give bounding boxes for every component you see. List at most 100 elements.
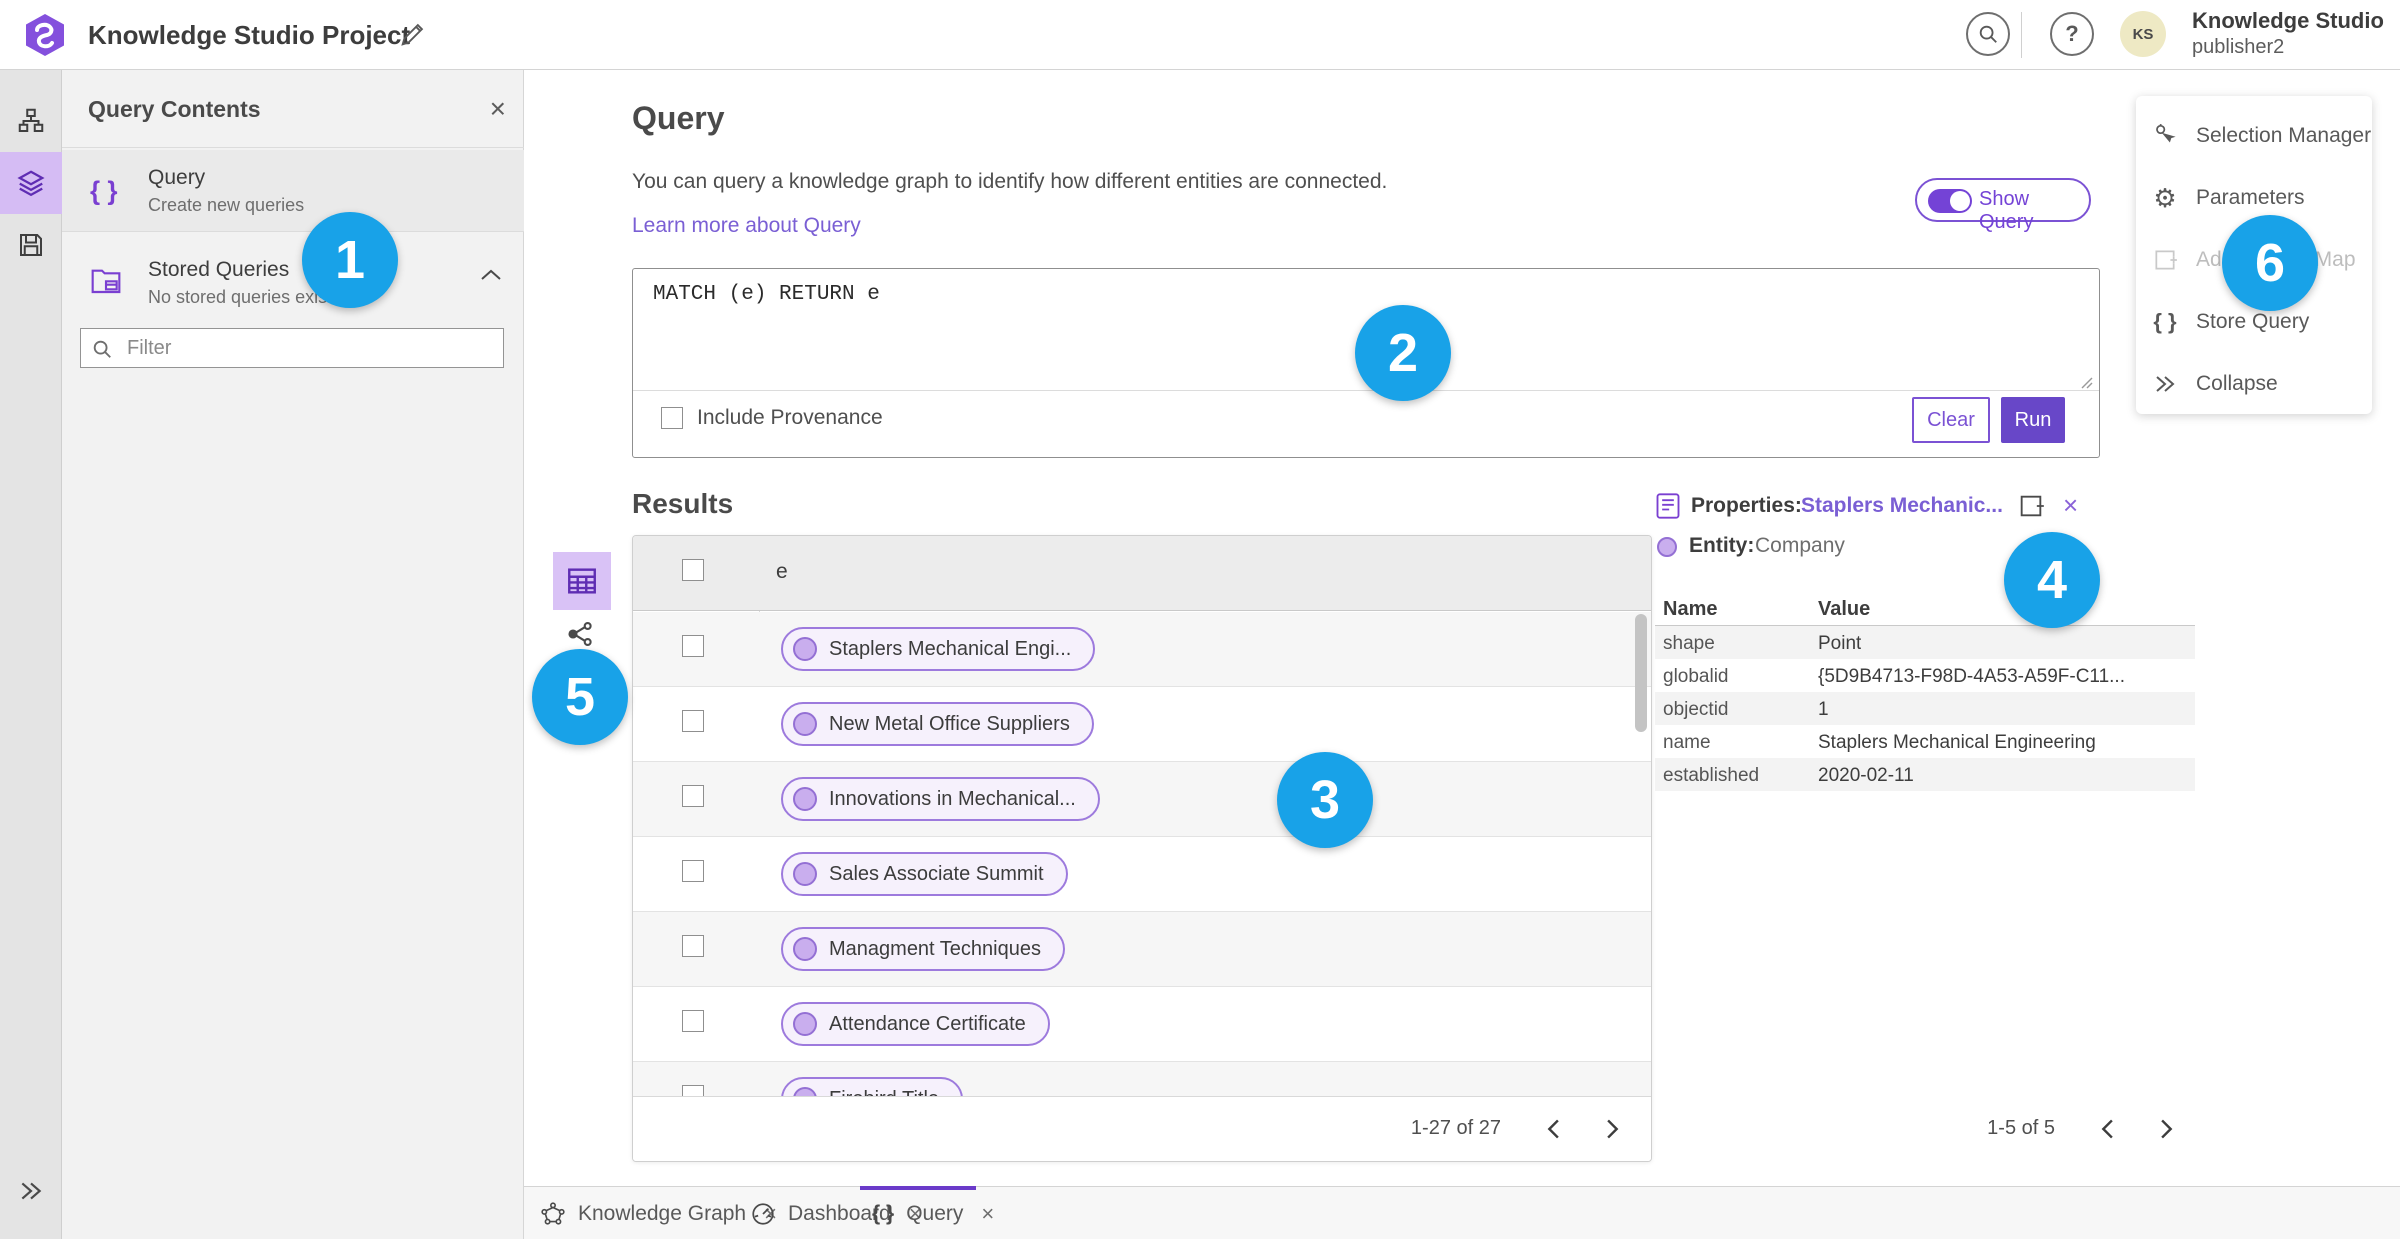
item-title: Stored Queries	[148, 258, 290, 281]
menu-item-label: Parameters	[2196, 186, 2305, 209]
contents-item-query[interactable]: { } Query Create new queries	[62, 150, 524, 232]
prev-page-button[interactable]	[1545, 1118, 1561, 1140]
table-scrollbar[interactable]	[1635, 614, 1647, 732]
entity-chip[interactable]: Managment Techniques	[781, 927, 1065, 971]
entity-chip[interactable]: Sales Associate Summit	[781, 852, 1068, 896]
table-row[interactable]: New Metal Office Suppliers	[633, 687, 1651, 762]
menu-item-collapse[interactable]: Collapse	[2136, 356, 2372, 412]
properties-panel: Properties: Staplers Mechanic... × Entit…	[1655, 490, 2195, 1162]
edit-title-icon[interactable]	[398, 21, 426, 49]
entity-chip[interactable]: Innovations in Mechanical...	[781, 777, 1100, 821]
selection-manager-icon	[2152, 123, 2178, 149]
tab-label: Knowledge Graph	[578, 1201, 747, 1225]
topbar-divider	[2021, 12, 2022, 58]
property-row: established 2020-02-11	[1655, 758, 2195, 791]
properties-doc-icon	[1655, 492, 1681, 520]
panel-title: Query Contents	[88, 96, 261, 122]
search-button[interactable]	[1966, 12, 2010, 56]
close-properties-button[interactable]: ×	[2063, 490, 2078, 521]
item-title: Query	[148, 166, 206, 189]
gear-icon: ⚙	[2153, 183, 2177, 213]
braces-icon: { }	[2153, 309, 2177, 334]
table-row[interactable]: Sales Associate Summit	[633, 837, 1651, 912]
query-description: You can query a knowledge graph to ident…	[632, 170, 1388, 193]
step-badge-5: 5	[532, 649, 628, 745]
rail-item-contents[interactable]	[0, 152, 62, 214]
item-subtitle: Create new queries	[148, 195, 305, 215]
table-icon	[568, 568, 596, 594]
toggle-track[interactable]	[1928, 189, 1972, 213]
braces-icon: { }	[872, 1201, 895, 1225]
contents-item-stored-queries[interactable]: Stored Queries No stored queries exist	[62, 234, 524, 326]
save-icon	[20, 234, 42, 256]
entity-node-icon	[793, 937, 817, 961]
user-block[interactable]: Knowledge Studio publisher2	[2192, 8, 2384, 60]
help-button[interactable]: ?	[2050, 12, 2094, 56]
entity-chip[interactable]: Firebird Title	[781, 1077, 964, 1098]
table-row[interactable]: Firebird Title	[633, 1062, 1651, 1098]
entity-node-icon	[793, 637, 817, 661]
row-checkbox[interactable]	[682, 710, 704, 732]
menu-item-selection-manager[interactable]: Selection Manager	[2136, 108, 2372, 164]
col-value: Value	[1818, 598, 1871, 620]
property-row: shape Point	[1655, 626, 2195, 659]
table-row[interactable]: Innovations in Mechanical...	[633, 762, 1651, 837]
table-row[interactable]: Staplers Mechanical Engi...	[633, 612, 1651, 687]
resize-grip[interactable]	[2079, 375, 2093, 389]
row-checkbox[interactable]	[682, 785, 704, 807]
entity-chip-label: Innovations in Mechanical...	[829, 787, 1076, 810]
clear-button[interactable]: Clear	[1912, 397, 1990, 443]
expand-rail-button[interactable]	[0, 1160, 62, 1222]
entity-chip-label: Attendance Certificate	[829, 1012, 1026, 1035]
include-provenance-row[interactable]: Include Provenance	[661, 406, 883, 430]
editor-divider	[633, 390, 2099, 391]
entity-chip[interactable]: Attendance Certificate	[781, 1002, 1050, 1046]
collapse-stored-queries-button[interactable]	[480, 268, 502, 282]
step-badge-6: 6	[2222, 215, 2318, 311]
row-checkbox[interactable]	[682, 1010, 704, 1032]
rail-item-save[interactable]	[0, 214, 62, 276]
filter-input[interactable]	[125, 329, 495, 367]
user-avatar[interactable]: KS	[2120, 11, 2166, 57]
property-value: Staplers Mechanical Engineering	[1818, 732, 2096, 753]
add-to-map-icon[interactable]	[2017, 492, 2045, 520]
step-badge-1: 1	[302, 212, 398, 308]
table-row[interactable]: Managment Techniques	[633, 912, 1651, 987]
close-panel-button[interactable]: ×	[490, 70, 506, 148]
braces-icon: { }	[90, 175, 118, 205]
next-page-button[interactable]	[1605, 1118, 1621, 1140]
properties-table-header: Name Value	[1655, 598, 2195, 626]
entity-node-icon	[793, 862, 817, 886]
property-name: established	[1663, 765, 1760, 786]
add-to-map-icon	[2152, 247, 2178, 273]
rail-item-link-chart[interactable]	[0, 90, 62, 152]
query-text-input[interactable]: MATCH (e) RETURN e	[653, 283, 880, 306]
question-icon: ?	[2065, 21, 2079, 46]
active-tab-indicator	[860, 1186, 976, 1190]
hierarchy-icon	[18, 108, 44, 132]
query-contents-panel: Query Contents × { } Query Create new qu…	[62, 70, 524, 1239]
show-query-toggle[interactable]: Show Query	[1915, 178, 2091, 233]
table-row[interactable]: Attendance Certificate	[633, 987, 1651, 1062]
close-tab-icon[interactable]: ×	[981, 1201, 994, 1227]
learn-more-link[interactable]: Learn more about Query	[632, 214, 861, 238]
table-view-button[interactable]	[553, 552, 611, 610]
props-next-page-button[interactable]	[2159, 1118, 2175, 1140]
entity-chip[interactable]: Staplers Mechanical Engi...	[781, 627, 1096, 671]
tab-query-active[interactable]: { } Query ×	[860, 1186, 1002, 1239]
step-badge-4: 4	[2004, 532, 2100, 628]
row-checkbox[interactable]	[682, 935, 704, 957]
link-chart-view-button[interactable]	[565, 618, 597, 650]
results-table-body: Staplers Mechanical Engi... New Metal Of…	[633, 612, 1651, 1098]
select-all-checkbox[interactable]	[682, 559, 704, 581]
row-checkbox[interactable]	[682, 860, 704, 882]
properties-entity-link[interactable]: Staplers Mechanic...	[1801, 494, 2003, 518]
row-checkbox[interactable]	[682, 635, 704, 657]
entity-chip[interactable]: New Metal Office Suppliers	[781, 702, 1094, 746]
left-icon-rail	[0, 70, 62, 1239]
entity-node-icon	[1657, 537, 1677, 557]
stored-queries-filter[interactable]	[80, 328, 504, 368]
include-provenance-checkbox[interactable]	[661, 407, 683, 429]
run-button[interactable]: Run	[2001, 397, 2065, 443]
props-prev-page-button[interactable]	[2099, 1118, 2115, 1140]
